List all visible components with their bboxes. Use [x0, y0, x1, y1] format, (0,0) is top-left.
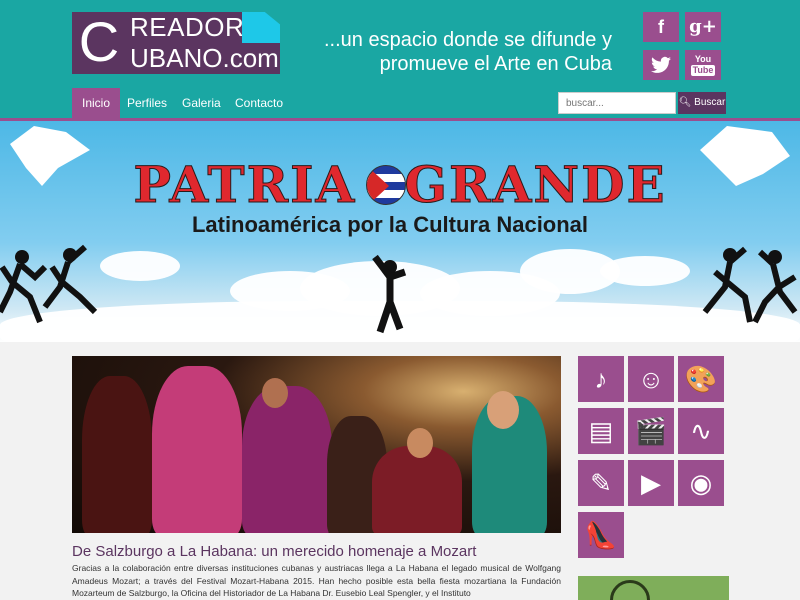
performer-figure	[242, 386, 332, 533]
music-note-icon[interactable]: ♪	[578, 356, 624, 402]
logo-line2: UBANO.com	[126, 43, 280, 74]
article-body: Gracias a la colaboración entre diversas…	[72, 563, 561, 598]
site-header: C READOR UBANO.com ...un espacio donde s…	[0, 0, 800, 120]
youtube-icon-bottom: Tube	[691, 65, 715, 76]
presentation-icon[interactable]: ▶	[628, 460, 674, 506]
nav-item-inicio[interactable]: Inicio	[72, 88, 121, 118]
logo-line1: READOR	[126, 12, 244, 43]
logo-letter-c: C	[72, 12, 126, 74]
tagline-line1: ...un espacio donde se difunde y	[324, 29, 612, 51]
youtube-icon-top: You	[694, 54, 712, 64]
article-title[interactable]: De Salzburgo a La Habana: un merecido ho…	[72, 542, 561, 562]
logo-tld: .com	[222, 43, 279, 73]
search-icon: 🔍︎	[678, 97, 692, 108]
dancer-silhouette-center	[372, 254, 407, 334]
camera-icon[interactable]: ◉	[678, 460, 724, 506]
nav-item-galeria[interactable]: Galeria	[172, 88, 231, 118]
dance-icon[interactable]: ∿	[678, 408, 724, 454]
performer-figure	[82, 376, 152, 533]
performer-figure	[372, 446, 462, 533]
search-button[interactable]: 🔍︎ Buscar	[678, 92, 726, 114]
books-icon[interactable]: ▤	[578, 408, 624, 454]
youtube-icon[interactable]: You Tube	[685, 50, 721, 80]
dancer-silhouette-right	[702, 246, 798, 324]
banner-image[interactable]: PATRIA GRANDE Latinoamérica por la Cultur…	[0, 121, 800, 342]
nav-item-contacto[interactable]: Contacto	[225, 88, 293, 118]
map-shape-right	[700, 126, 790, 186]
palette-icon[interactable]: 🎨	[678, 356, 724, 402]
googleplus-icon[interactable]: g+	[685, 12, 721, 42]
cloud-shape	[600, 256, 690, 286]
banner-title-left: PATRIA	[133, 155, 357, 214]
search-input[interactable]	[558, 92, 676, 114]
high-heel-icon[interactable]: 👠	[578, 512, 624, 558]
pen-icon[interactable]: ✎	[578, 460, 624, 506]
search-button-label: Buscar	[694, 97, 726, 108]
banner-subtitle: Latinoamérica por la Cultura Nacional	[191, 212, 589, 237]
dancer-silhouette-left	[0, 244, 98, 324]
facebook-icon[interactable]: f	[643, 12, 679, 42]
logo-flag-shape	[242, 12, 280, 43]
cuba-flag-icon	[366, 165, 406, 205]
nav-item-perfiles[interactable]: Perfiles	[117, 88, 177, 118]
article-feature-image[interactable]	[72, 356, 561, 533]
performer-face	[407, 428, 433, 458]
cloud-shape	[100, 251, 180, 281]
performer-figure	[152, 366, 242, 533]
logo-line2-text: UBANO	[130, 43, 223, 73]
sidebar-banner[interactable]	[578, 576, 729, 600]
twitter-icon[interactable]	[643, 50, 679, 80]
banner-title-right: GRANDE	[404, 155, 667, 214]
film-clapper-icon[interactable]: 🎬	[628, 408, 674, 454]
performer-face	[262, 378, 288, 408]
performer-face	[487, 391, 519, 429]
map-shape-left	[10, 126, 90, 186]
site-logo[interactable]: C READOR UBANO.com	[72, 12, 280, 74]
tagline-line2: promueve el Arte en Cuba	[379, 53, 612, 75]
theater-masks-icon[interactable]: ☺	[628, 356, 674, 402]
site-tagline: ...un espacio donde se difunde y promuev…	[300, 28, 612, 76]
